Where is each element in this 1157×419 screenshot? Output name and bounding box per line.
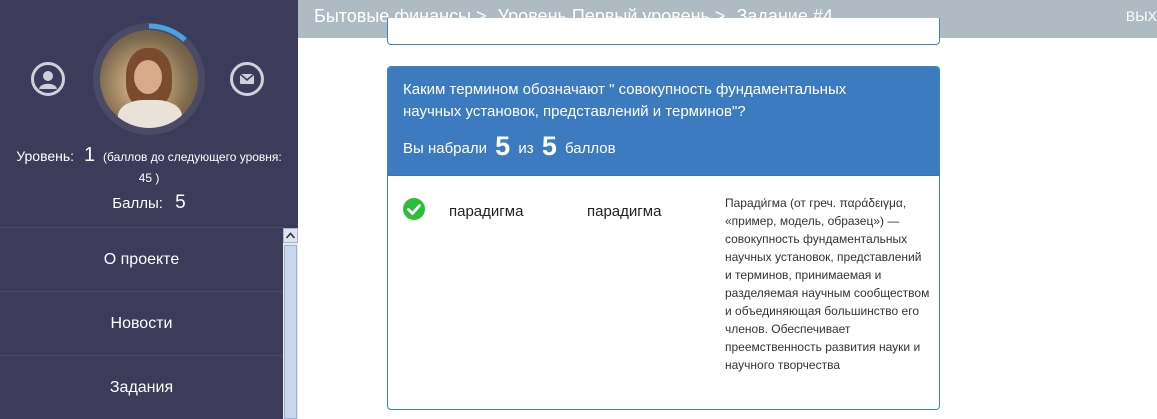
points-value: 5: [175, 192, 186, 213]
score-max: 5: [541, 131, 557, 161]
user-answer: парадигма: [449, 203, 524, 220]
sidebar-menu: О проекте Новости Задания: [0, 227, 283, 419]
level-note-tail: 45 ): [138, 171, 160, 185]
question-text: Каким термином обозначают " совокупность…: [403, 81, 847, 120]
score-suffix: баллов: [565, 140, 616, 157]
sidebar: Уровень: 1 (баллов до следующего уровня:…: [0, 0, 298, 419]
score-line: Вы набрали 5 из 5 баллов: [403, 131, 924, 162]
exit-link[interactable]: ВЫХ: [1126, 8, 1157, 24]
previous-card: [387, 18, 940, 45]
mail-icon[interactable]: [230, 62, 264, 96]
answer-explanation: Паради́гма (от греч. παράδειγμα, «пример…: [725, 196, 930, 372]
score-value: 5: [495, 131, 511, 161]
correct-answer: парадигма: [587, 203, 662, 220]
scroll-thumb[interactable]: [284, 245, 297, 419]
question-result-card: Каким термином обозначают " совокупность…: [387, 66, 940, 410]
menu-item-news[interactable]: Новости: [0, 291, 283, 355]
level-value: 1: [83, 144, 96, 166]
level-label: Уровень:: [16, 148, 75, 164]
chevron-up-icon: [286, 232, 295, 239]
avatar[interactable]: [100, 30, 198, 128]
sidebar-scrollbar[interactable]: [283, 228, 298, 419]
level-info: Уровень: 1 (баллов до следующего уровня:: [0, 144, 298, 167]
scroll-up-button[interactable]: [283, 228, 298, 243]
level-note: (баллов до следующего уровня:: [102, 150, 282, 164]
score-prefix: Вы набрали: [403, 140, 487, 157]
user-icon[interactable]: [31, 62, 65, 96]
menu-item-about[interactable]: О проекте: [0, 227, 283, 291]
score-middle: из: [518, 140, 534, 157]
profile-panel: Уровень: 1 (баллов до следующего уровня:…: [0, 0, 298, 227]
points-label: Баллы:: [112, 195, 163, 212]
points-info: Баллы: 5: [0, 192, 298, 214]
check-circle-icon: [403, 198, 425, 225]
question-card-header: Каким термином обозначают " совокупность…: [388, 67, 939, 176]
menu-item-tasks[interactable]: Задания: [0, 355, 283, 419]
